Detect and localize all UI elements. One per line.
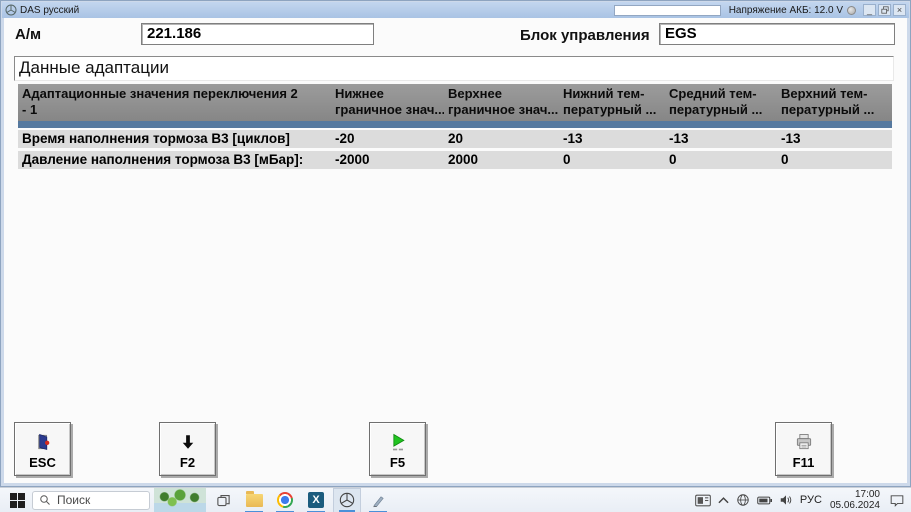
pen-icon	[372, 495, 384, 507]
table-header-row: Адаптационные значения переключения 2 - …	[18, 84, 892, 121]
column-header[interactable]: Средний тем- пературный ...	[665, 84, 777, 121]
value-cell: -20	[335, 131, 355, 146]
table-row[interactable]: Время наполнения тормоза В3 [циклов] -20…	[18, 130, 892, 148]
vehicle-model-field[interactable]: 221.186	[141, 23, 374, 45]
window-titlebar[interactable]: DAS русский Напряжение АКБ: 12.0 V _ ×	[2, 2, 909, 18]
column-header[interactable]: Адаптационные значения переключения 2 - …	[18, 84, 331, 121]
task-view-button[interactable]	[209, 488, 237, 512]
value-cell: -13	[563, 131, 583, 146]
esc-button[interactable]: ESC	[14, 422, 71, 476]
tray-chevron-up-button[interactable]	[718, 496, 729, 504]
parameter-name-cell: Давление наполнения тормоза В3 [мБар]:	[22, 152, 304, 167]
windows-logo-icon	[10, 492, 17, 500]
windows-logo-icon	[18, 492, 25, 500]
f2-button-label: F2	[179, 455, 196, 470]
time-label: 17:00	[854, 489, 880, 500]
news-widgets-button[interactable]	[695, 494, 711, 507]
down-arrow-icon	[179, 431, 197, 453]
value-cell: 0	[563, 152, 571, 167]
excel-icon: X	[308, 492, 324, 508]
titlebar-status-box	[613, 4, 721, 16]
exit-door-icon	[33, 431, 53, 453]
selected-row-highlight[interactable]	[18, 121, 892, 130]
ecu-field[interactable]: EGS	[659, 23, 895, 45]
column-header[interactable]: Нижнее граничное знач...	[331, 84, 444, 121]
column-header-line1: Нижний тем-	[563, 86, 645, 101]
value-cell: -13	[781, 131, 801, 146]
chrome-icon	[277, 492, 293, 508]
volume-icon[interactable]	[779, 494, 793, 506]
mercedes-star-icon	[339, 492, 355, 508]
column-header-line1: Верхний тем-	[781, 86, 868, 101]
restore-button[interactable]	[878, 4, 891, 16]
f2-button[interactable]: F2	[159, 422, 216, 476]
folder-icon	[245, 490, 263, 507]
das-app-button[interactable]	[333, 487, 361, 512]
column-header[interactable]: Верхнее граничное знач...	[444, 84, 559, 121]
column-header-line2: пературный ...	[563, 102, 657, 117]
file-explorer-button[interactable]	[240, 488, 268, 512]
column-header-line1: Средний тем-	[669, 86, 757, 101]
taskbar-search-input[interactable]: Поиск	[32, 490, 150, 510]
restore-icon	[880, 6, 889, 14]
column-header-line1: Нижнее	[335, 86, 384, 101]
taskbar: Поиск X РУС 17:00 05.06.2024	[0, 487, 911, 512]
vehicle-label: А/м	[15, 26, 42, 43]
screen: DAS русский Напряжение АКБ: 12.0 V _ × А…	[0, 0, 911, 512]
f5-button-label: F5	[389, 455, 406, 470]
column-header[interactable]: Нижний тем- пературный ...	[559, 84, 665, 121]
window-title: DAS русский	[20, 4, 80, 16]
column-header-line1: Верхнее	[448, 86, 502, 101]
close-button[interactable]: ×	[893, 4, 906, 16]
value-cell: 20	[448, 131, 464, 146]
network-globe-icon[interactable]	[736, 493, 750, 507]
excel-button[interactable]: X	[302, 488, 330, 512]
battery-icon[interactable]	[757, 496, 772, 505]
xentry-pen-app-button[interactable]	[364, 488, 392, 512]
column-header-line1: Адаптационные значения переключения 2	[22, 86, 298, 101]
notification-center-button[interactable]	[890, 494, 904, 507]
chrome-button[interactable]	[271, 488, 299, 512]
language-indicator[interactable]: РУС	[800, 494, 822, 506]
play-icon	[388, 431, 408, 453]
value-cell: -2000	[335, 152, 370, 167]
column-header-line2: граничное знач...	[448, 102, 559, 117]
search-icon	[40, 495, 50, 505]
ecu-label: Блок управления	[520, 27, 650, 44]
esc-button-label: ESC	[29, 455, 56, 470]
search-placeholder: Поиск	[57, 493, 91, 507]
column-header-line2: - 1	[22, 102, 38, 117]
column-header[interactable]: Верхний тем- пературный ...	[777, 84, 892, 121]
parameter-name-cell: Время наполнения тормоза В3 [циклов]	[22, 131, 290, 146]
value-cell: -13	[669, 131, 689, 146]
windows-start-button[interactable]	[10, 492, 25, 508]
f5-button[interactable]: F5	[369, 422, 426, 476]
adaptation-table: Адаптационные значения переключения 2 - …	[18, 84, 892, 172]
windows-logo-icon	[18, 500, 25, 508]
column-header-line2: пературный ...	[781, 102, 875, 117]
column-header-line2: пературный ...	[669, 102, 763, 117]
das-window: DAS русский Напряжение АКБ: 12.0 V _ × А…	[0, 0, 911, 487]
minimize-button[interactable]: _	[863, 4, 876, 16]
page-title: Данные адаптации	[14, 56, 894, 81]
printer-icon	[794, 431, 814, 453]
f11-button-label: F11	[792, 455, 815, 470]
taskbar-tray: РУС 17:00 05.06.2024	[695, 489, 911, 511]
value-cell: 2000	[448, 152, 479, 167]
table-row[interactable]: Давление наполнения тормоза В3 [мБар]: -…	[18, 151, 892, 169]
status-circle-icon	[847, 5, 856, 15]
value-cell: 0	[781, 152, 789, 167]
date-label: 05.06.2024	[829, 500, 880, 511]
windows-logo-icon	[10, 500, 17, 508]
f11-button[interactable]: F11	[775, 422, 832, 476]
column-header-line2: граничное знач...	[335, 102, 444, 117]
value-cell: 0	[669, 152, 677, 167]
clock[interactable]: 17:00 05.06.2024	[830, 489, 880, 511]
battery-voltage-label: Напряжение АКБ: 12.0 V	[728, 4, 843, 16]
task-view-icon	[216, 494, 230, 506]
mercedes-logo-icon	[5, 4, 17, 16]
widgets-weather-thumbnail[interactable]	[154, 487, 206, 512]
